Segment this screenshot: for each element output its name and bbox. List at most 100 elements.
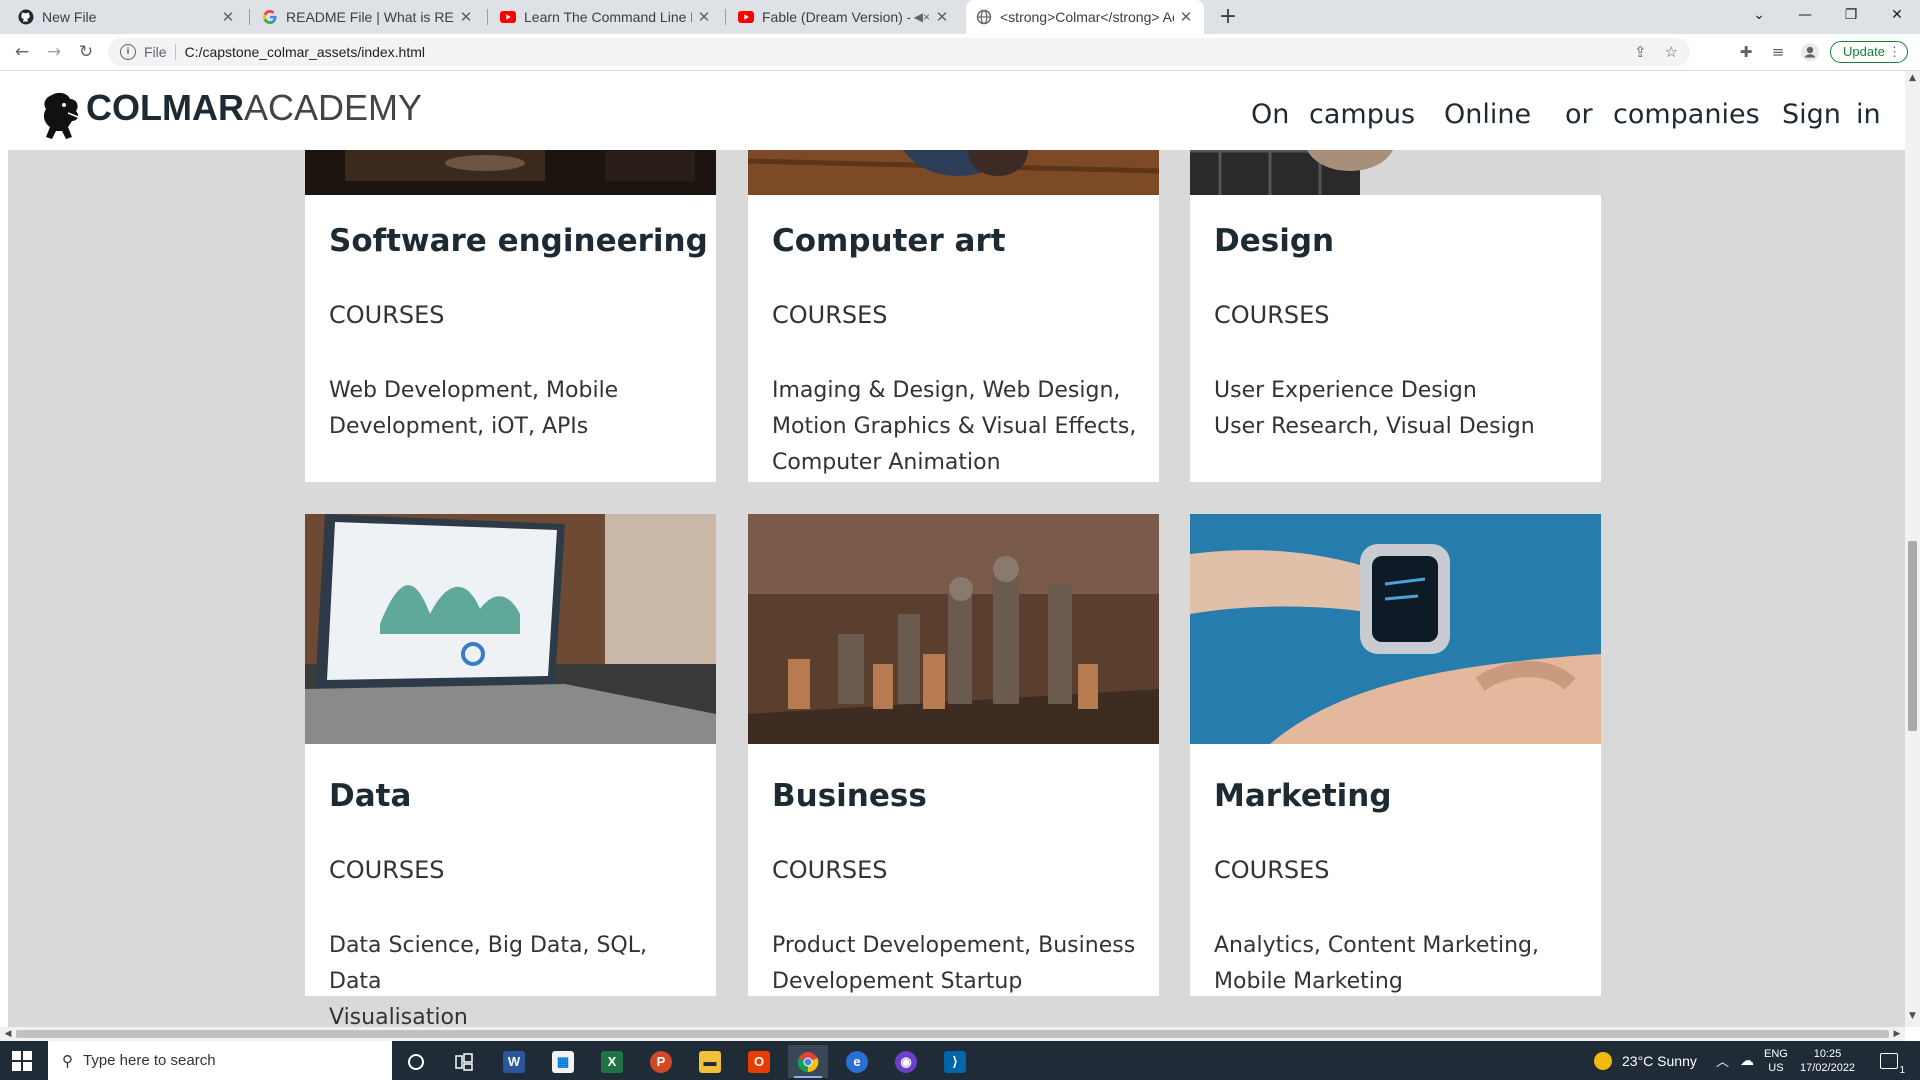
youtube-icon — [500, 9, 516, 25]
restore-icon[interactable]: ❐ — [1828, 0, 1874, 30]
clock-date: 17/02/2022 — [1800, 1061, 1856, 1074]
new-tab-plus-icon[interactable]: + — [1214, 3, 1242, 31]
language-indicator[interactable]: ENG US — [1764, 1041, 1788, 1080]
close-icon[interactable]: ✕ — [458, 8, 474, 26]
show-hidden-icons-chevron-icon[interactable]: ︿ — [1716, 1041, 1729, 1080]
tab-search-chevron-icon[interactable]: ⌄ — [1736, 0, 1782, 30]
windows-start-icon[interactable] — [12, 1051, 32, 1071]
url-text[interactable]: C:/capstone_colmar_assets/index.html — [185, 44, 425, 60]
courses-label: COURSES — [329, 856, 445, 884]
search-placeholder: Type here to search — [83, 1052, 216, 1069]
course-card-business[interactable]: Business COURSES Product Developement, B… — [748, 514, 1159, 996]
onedrive-cloud-icon[interactable]: ☁ — [1740, 1041, 1754, 1080]
word-icon[interactable]: W — [494, 1045, 534, 1078]
scrollbar-thumb[interactable] — [1908, 541, 1917, 731]
tab-new-file[interactable]: New File ✕ — [8, 0, 246, 34]
course-list: Web Development, Mobile Development, iOT… — [329, 373, 699, 445]
site-info-icon[interactable]: i — [120, 44, 136, 60]
task-view-icon[interactable] — [444, 1045, 484, 1078]
globe-icon — [976, 9, 992, 25]
active-indicator — [794, 1076, 822, 1078]
close-icon[interactable]: ✕ — [220, 8, 236, 26]
nav-companies[interactable]: companies — [1613, 99, 1760, 130]
share-icon[interactable]: ⇪ — [1634, 43, 1647, 61]
tab-command-line[interactable]: Learn The Command Line Excursi ✕ — [490, 0, 722, 34]
powerpoint-icon[interactable]: P — [641, 1045, 681, 1078]
reading-list-icon[interactable]: ≡ — [1768, 42, 1788, 62]
tab-readme[interactable]: README File | What is README & ✕ — [252, 0, 484, 34]
course-list: Data Science, Big Data, SQL, Data Visual… — [329, 928, 699, 1027]
edge-icon[interactable]: e — [837, 1045, 877, 1078]
store-icon[interactable]: ▦ — [543, 1045, 583, 1078]
tab-fable[interactable]: Fable (Dream Version) - YouT ◀× ✕ — [728, 0, 960, 34]
tab-title: Fable (Dream Version) - YouT — [762, 9, 910, 25]
scroll-down-arrow-icon[interactable]: ▼ — [1905, 1011, 1920, 1021]
logo-bold: COLMAR — [86, 87, 244, 128]
bookmark-star-icon[interactable]: ☆ — [1665, 43, 1678, 61]
close-icon[interactable]: ✕ — [696, 8, 712, 26]
nav-in[interactable]: in — [1856, 99, 1881, 130]
card-title: Software engineering — [329, 223, 708, 259]
close-window-icon[interactable]: ✕ — [1874, 0, 1920, 30]
tab-colmar-academy[interactable]: <strong>Colmar</strong> Acad ✕ — [966, 0, 1204, 34]
scroll-up-arrow-icon[interactable]: ▲ — [1905, 73, 1920, 83]
card-title: Design — [1214, 223, 1335, 259]
site-logo-text[interactable]: COLMARACADEMY — [86, 88, 422, 128]
courses-label: COURSES — [772, 301, 888, 329]
taskbar-search-box[interactable]: ⚲ Type here to search — [48, 1041, 392, 1080]
more-vertical-icon[interactable]: ⋮ — [1888, 42, 1901, 62]
course-list-line: Visualisation — [329, 1005, 468, 1027]
course-list: User Experience Design User Research, Vi… — [1214, 373, 1584, 445]
card-title: Business — [772, 778, 927, 814]
site-header: COLMARACADEMY On campus Online or compan… — [8, 71, 1905, 150]
scrollbar-thumb[interactable] — [16, 1030, 1889, 1038]
vscode-icon[interactable]: ⟩ — [935, 1045, 975, 1078]
profile-avatar-icon[interactable] — [1800, 42, 1820, 62]
course-list-line: User Research, Visual Design — [1214, 414, 1535, 439]
chrome-icon[interactable] — [788, 1045, 828, 1078]
nav-or[interactable]: or — [1565, 99, 1593, 130]
close-icon[interactable]: ✕ — [934, 8, 950, 26]
office-icon[interactable]: O — [739, 1045, 779, 1078]
address-bar[interactable]: i File C:/capstone_colmar_assets/index.h… — [108, 38, 1690, 66]
speaker-muted-icon[interactable]: ◀× — [914, 10, 930, 24]
horizontal-scrollbar[interactable]: ◀ ▶ — [0, 1027, 1905, 1041]
nav-sign[interactable]: Sign — [1782, 99, 1841, 130]
extensions-puzzle-icon[interactable]: ✚ — [1736, 42, 1756, 62]
course-card-marketing[interactable]: Marketing COURSES Analytics, Content Mar… — [1190, 514, 1601, 996]
google-icon — [262, 9, 278, 25]
nav-campus[interactable]: campus — [1309, 99, 1415, 130]
page-viewport: Software engineering COURSES Web Develop… — [0, 71, 1905, 1027]
card-image — [1190, 514, 1601, 744]
reload-icon[interactable]: ↻ — [72, 38, 100, 66]
file-explorer-icon[interactable]: ▬ — [690, 1045, 730, 1078]
course-list: Product Developement, Business Developem… — [772, 928, 1142, 1000]
course-list-line: Motion Graphics & Visual Effects, — [772, 414, 1137, 439]
scroll-left-arrow-icon[interactable]: ◀ — [1, 1027, 15, 1041]
scroll-right-arrow-icon[interactable]: ▶ — [1890, 1027, 1904, 1041]
course-list-line: Computer Animation — [772, 450, 1001, 475]
forward-arrow-icon[interactable]: → — [40, 38, 68, 66]
cortana-icon[interactable] — [396, 1045, 436, 1078]
nav-on[interactable]: On — [1251, 99, 1289, 130]
lion-logo-icon[interactable] — [38, 91, 82, 141]
excel-icon[interactable]: X — [592, 1045, 632, 1078]
courses-label: COURSES — [772, 856, 888, 884]
windows-taskbar: ⚲ Type here to search W ▦ X P ▬ O e ◉ ⟩ … — [0, 1041, 1920, 1080]
tab-strip: New File ✕ README File | What is README … — [0, 0, 1920, 34]
vertical-scrollbar[interactable]: ▲ ▼ — [1905, 71, 1920, 1027]
nav-online[interactable]: Online — [1444, 99, 1531, 130]
course-card-data[interactable]: Data COURSES Data Science, Big Data, SQL… — [305, 514, 716, 1027]
notifications-icon[interactable]: 1 — [1880, 1041, 1905, 1080]
update-button[interactable]: Update ⋮ — [1830, 41, 1908, 63]
courses-label: COURSES — [329, 301, 445, 329]
card-title: Computer art — [772, 223, 1006, 259]
minimize-icon[interactable]: — — [1782, 0, 1828, 30]
clock[interactable]: 10:25 17/02/2022 — [1800, 1041, 1855, 1080]
weather-widget[interactable]: 23°C Sunny — [1594, 1041, 1697, 1080]
github-icon — [18, 9, 34, 25]
close-icon[interactable]: ✕ — [1178, 8, 1194, 26]
github-desktop-icon[interactable]: ◉ — [886, 1045, 926, 1078]
back-arrow-icon[interactable]: ← — [8, 38, 36, 66]
course-list: Imaging & Design, Web Design, Motion Gra… — [772, 373, 1142, 481]
